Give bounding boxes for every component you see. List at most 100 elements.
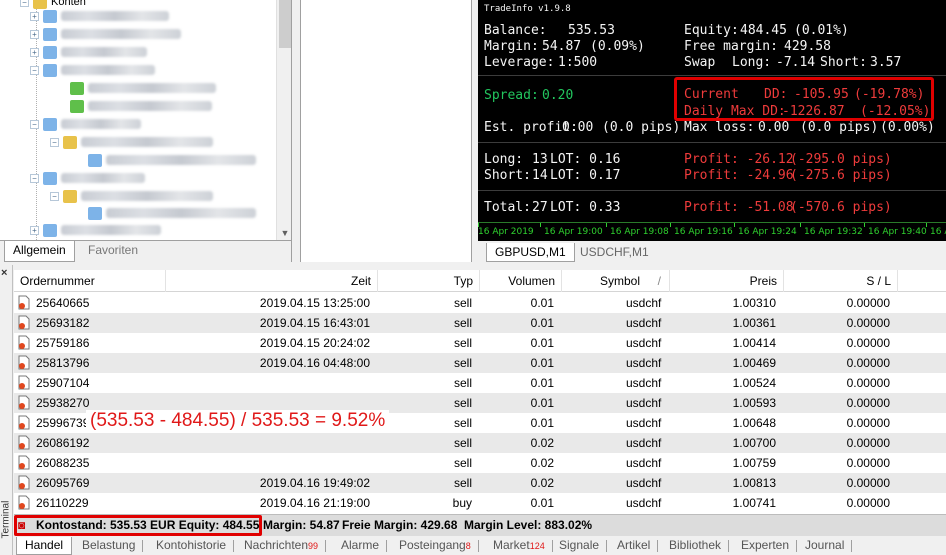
tab-handel[interactable]: Handel	[16, 537, 73, 555]
tab-journal[interactable]: Journal	[797, 537, 853, 555]
swap-label: Swap	[684, 55, 716, 70]
spread-value: 0.20	[542, 88, 574, 103]
tab-experten[interactable]: Experten	[733, 537, 798, 555]
tab-bibliothek[interactable]: Bibliothek	[661, 537, 730, 555]
table-row[interactable]: 26095769 2019.04.16 19:49:02 sell 0.02 usdch…	[14, 473, 946, 493]
total-pips: (-570.6 pips)	[790, 200, 892, 215]
navigator-scrollbar[interactable]: ▼	[276, 0, 291, 240]
type-cell: sell	[453, 476, 472, 490]
tree-item[interactable]: +	[30, 26, 181, 42]
type-cell: sell	[453, 356, 472, 370]
tree-item[interactable]: −	[50, 188, 213, 204]
tree-item[interactable]: −	[30, 170, 145, 186]
balance-value: 535.53	[568, 23, 615, 38]
table-row[interactable]: 25640665 2019.04.15 13:25:00 sell 0.01 usdch…	[14, 293, 946, 313]
table-row[interactable]: 25813796 2019.04.16 04:48:00 sell 0.01 usdch…	[14, 353, 946, 373]
expert-icon	[70, 81, 84, 95]
price-cell: 1.00310	[732, 296, 776, 310]
swap-long-label: Long:	[732, 55, 772, 70]
blurred-account-label	[106, 208, 256, 218]
volume-cell: 0.01	[530, 396, 554, 410]
tree-item[interactable]: +	[30, 222, 161, 238]
chart-window: TradeInfo v1.9.8 Balance: 535.53 Equity:…	[476, 0, 946, 262]
table-row[interactable]: 26088235 sell 0.02 usdchf 1.00759 0.00000	[14, 453, 946, 473]
tab-artikel[interactable]: Artikel	[609, 537, 659, 555]
tree-item[interactable]: +	[30, 8, 169, 24]
tree-item[interactable]	[88, 205, 256, 221]
volume-cell: 0.01	[530, 496, 554, 510]
tab-label: Nachrichten	[244, 538, 309, 552]
symbol-cell: usdchf	[626, 436, 662, 450]
tree-item[interactable]: −	[30, 62, 155, 78]
chart-area[interactable]: TradeInfo v1.9.8 Balance: 535.53 Equity:…	[478, 0, 946, 241]
close-icon[interactable]: ×	[1, 267, 7, 279]
tree-item[interactable]: +	[30, 44, 147, 60]
tab-belastung[interactable]: Belastung	[74, 537, 144, 555]
tree-item[interactable]	[70, 80, 216, 96]
separator-line	[478, 142, 946, 143]
time-cell: 2019.04.16 04:48:00	[259, 356, 370, 370]
tree-item[interactable]	[70, 98, 212, 114]
time-cell: 2019.04.15 16:43:01	[259, 316, 370, 330]
time-cell	[166, 433, 374, 453]
tab-usdchf-m1[interactable]: USDCHF,M1	[572, 243, 657, 262]
table-row[interactable]: 26086192 sell 0.02 usdchf 1.00700 0.00000	[14, 433, 946, 453]
table-row[interactable]: 26110229 2019.04.16 21:19:00 buy 0.01 usdchf…	[14, 493, 946, 513]
tree-item[interactable]: −	[30, 116, 141, 132]
volume-cell: 0.01	[530, 336, 554, 350]
price-cell: 1.00414	[732, 336, 776, 350]
navigator-panel: − Konten + + + − − − − − + ▼ Allgemein F…	[0, 0, 292, 262]
margin-pct: (0.09%)	[590, 39, 645, 54]
tab-allgemein[interactable]: Allgemein	[4, 241, 75, 262]
tab-gbpusd-m1[interactable]: GBPUSD,M1	[486, 243, 575, 262]
col-symbol[interactable]: Symbol /	[562, 270, 670, 292]
order-cell: 26110229	[36, 496, 89, 510]
tab-nachrichten[interactable]: Nachrichten99	[236, 537, 327, 555]
tree-item[interactable]: −	[50, 134, 213, 150]
type-cell: sell	[453, 376, 472, 390]
tab-label: Experten	[741, 538, 790, 552]
time-cell: 2019.04.15 20:24:02	[259, 336, 370, 350]
price-cell: 1.00700	[732, 436, 776, 450]
tab-alarme[interactable]: Alarme	[333, 537, 388, 555]
tab-favoriten[interactable]: Favoriten	[80, 241, 146, 262]
table-row[interactable]: 25759186 2019.04.15 20:24:02 sell 0.01 usdch…	[14, 333, 946, 353]
blurred-account-label	[61, 119, 141, 129]
col-typ[interactable]: Typ	[378, 270, 480, 292]
tab-label: Market	[493, 538, 530, 552]
sl-cell: 0.00000	[846, 476, 890, 490]
equity-label: Equity:	[684, 23, 739, 38]
leverage-value: 1:500	[558, 55, 598, 70]
tree-item[interactable]	[88, 152, 256, 168]
tab-label: Alarme	[341, 538, 380, 552]
table-row[interactable]: 25907104 sell 0.01 usdchf 1.00524 0.00000	[14, 373, 946, 393]
col-ordernummer[interactable]: Ordernummer	[14, 270, 166, 292]
table-row[interactable]: 25693182 2019.04.15 16:43:01 sell 0.01 usdch…	[14, 313, 946, 333]
col-zeit[interactable]: Zeit	[166, 270, 378, 292]
tab-signale[interactable]: Signale	[551, 537, 608, 555]
total-profit: Profit: -51.08	[684, 200, 794, 215]
account-icon	[43, 27, 57, 41]
total-lot: LOT: 0.33	[550, 200, 621, 215]
long-count: 13	[532, 152, 548, 167]
tab-market[interactable]: Market124	[485, 537, 553, 555]
terminal-label: Terminal	[0, 500, 12, 539]
tab-posteingang[interactable]: Posteingang8	[391, 537, 479, 555]
col-sl[interactable]: S / L	[784, 270, 898, 292]
long-label: Long:	[484, 152, 524, 167]
tab-label: Artikel	[617, 538, 651, 552]
col-preis[interactable]: Preis	[670, 270, 784, 292]
order-cell: 25759186	[36, 336, 90, 350]
time-cell: 2019.04.16 21:19:00	[259, 496, 370, 510]
collapse-icon[interactable]: −	[20, 0, 29, 7]
volume-cell: 0.01	[530, 316, 554, 330]
chart-tabs: GBPUSD,M1 USDCHF,M1	[478, 243, 946, 262]
col-volumen[interactable]: Volumen	[480, 270, 562, 292]
free-margin-label: Free margin:	[684, 39, 778, 54]
symbol-cell: usdchf	[626, 416, 662, 430]
tab-kontohistorie[interactable]: Kontohistorie	[148, 537, 235, 555]
scroll-down-arrow-icon[interactable]: ▼	[277, 228, 291, 238]
scrollbar-thumb[interactable]	[279, 0, 291, 48]
symbol-cell: usdchf	[626, 396, 662, 410]
account-icon	[43, 9, 57, 23]
